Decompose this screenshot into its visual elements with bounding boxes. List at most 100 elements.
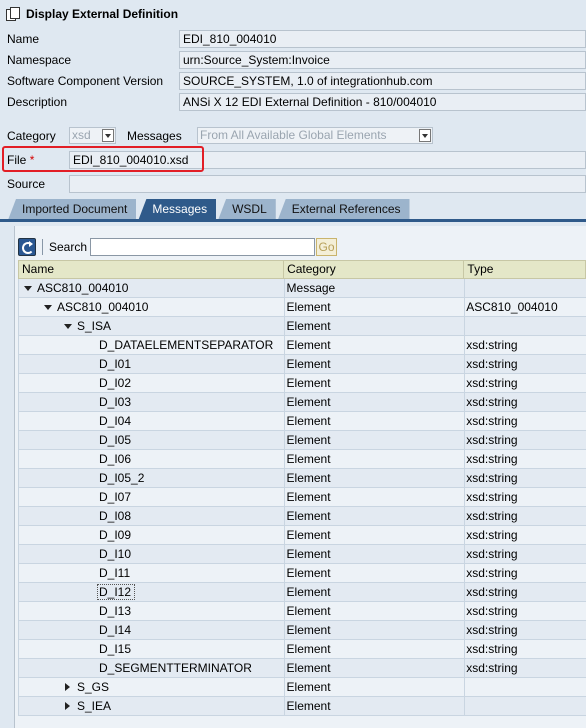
cell-name: D_I07 bbox=[19, 488, 285, 506]
source-row: Source bbox=[0, 174, 586, 193]
search-label: Search bbox=[49, 239, 88, 254]
cell-name: D_I06 bbox=[19, 450, 285, 468]
tab-wsdl[interactable]: WSDL bbox=[218, 199, 276, 220]
table-row[interactable]: D_I04 Element xsd:string bbox=[18, 412, 586, 431]
cell-category: Element bbox=[285, 336, 466, 354]
table-row[interactable]: D_I05 Element xsd:string bbox=[18, 431, 586, 450]
cell-type: xsd:string bbox=[466, 623, 518, 637]
expand-down-icon[interactable] bbox=[24, 286, 32, 291]
table-row[interactable]: D_I14 Element xsd:string bbox=[18, 621, 586, 640]
cell-type: xsd:string bbox=[466, 604, 518, 618]
table-row[interactable]: D_I12 Element xsd:string bbox=[18, 583, 586, 602]
column-header-type[interactable]: Type bbox=[464, 261, 585, 278]
cell-type bbox=[465, 317, 586, 335]
table-row[interactable]: D_I06 Element xsd:string bbox=[18, 450, 586, 469]
cell-name: S_IEA bbox=[19, 697, 285, 715]
namespace-label: Namespace bbox=[7, 52, 72, 67]
cell-category: Element bbox=[285, 545, 466, 563]
namespace-field[interactable]: urn:Source_System:Invoice bbox=[179, 50, 586, 69]
row-name: D_I15 bbox=[99, 642, 132, 656]
file-highlight-box bbox=[2, 146, 204, 172]
table-row[interactable]: D_I10 Element xsd:string bbox=[18, 545, 586, 564]
swcv-field[interactable]: SOURCE_SYSTEM, 1.0 of integrationhub.com bbox=[179, 71, 586, 90]
table-row[interactable]: S_IEA Element bbox=[18, 697, 586, 716]
description-field[interactable]: ANSi X 12 EDI External Definition - 810/… bbox=[179, 92, 586, 111]
cell-category: Element bbox=[285, 393, 466, 411]
row-name: ASC810_004010 bbox=[37, 281, 129, 295]
cell-type: xsd:string bbox=[466, 338, 518, 352]
cell-category: Element bbox=[285, 697, 466, 715]
cell-name: D_I01 bbox=[19, 355, 285, 373]
cell-category: Element bbox=[285, 431, 466, 449]
expand-down-icon[interactable] bbox=[64, 324, 72, 329]
tab-external-references[interactable]: External References bbox=[277, 199, 410, 220]
expand-down-icon[interactable] bbox=[44, 305, 52, 310]
table-row[interactable]: D_I07 Element xsd:string bbox=[18, 488, 586, 507]
dropdown-icon[interactable] bbox=[102, 129, 114, 142]
messages-select[interactable]: From All Available Global Elements bbox=[197, 127, 433, 144]
table-row[interactable]: D_I09 Element xsd:string bbox=[18, 526, 586, 545]
row-name: S_GS bbox=[77, 680, 110, 694]
tab-imported-document[interactable]: Imported Document bbox=[8, 199, 137, 220]
cell-category: Element bbox=[285, 621, 466, 639]
cell-type: xsd:string bbox=[466, 566, 518, 580]
table-row[interactable]: D_I11 Element xsd:string bbox=[18, 564, 586, 583]
expand-right-icon[interactable] bbox=[65, 683, 70, 691]
tab-messages[interactable]: Messages bbox=[138, 199, 217, 220]
name-field[interactable]: EDI_810_004010 bbox=[179, 29, 586, 48]
table-row[interactable]: D_DATAELEMENTSEPARATOR Element xsd:string bbox=[18, 336, 586, 355]
table-row[interactable]: D_I13 Element xsd:string bbox=[18, 602, 586, 621]
row-name: D_I02 bbox=[99, 376, 132, 390]
messages-label: Messages bbox=[127, 128, 182, 143]
window-titlebar: Display External Definition bbox=[0, 0, 586, 28]
dropdown-icon[interactable] bbox=[419, 129, 431, 142]
column-header-name[interactable]: Name bbox=[19, 261, 285, 278]
column-header-category[interactable]: Category bbox=[284, 261, 465, 278]
row-name: D_I13 bbox=[99, 604, 132, 618]
expand-right-icon[interactable] bbox=[65, 702, 70, 710]
row-name: D_I06 bbox=[99, 452, 132, 466]
table-row[interactable]: D_I02 Element xsd:string bbox=[18, 374, 586, 393]
focus-indicator bbox=[97, 584, 135, 600]
cell-type: xsd:string bbox=[466, 528, 518, 542]
cell-name: D_I05 bbox=[19, 431, 285, 449]
go-button[interactable]: Go bbox=[316, 237, 338, 256]
table-row[interactable]: ASC810_004010 Element ASC810_004010 bbox=[18, 298, 586, 317]
cell-name: D_I02 bbox=[19, 374, 285, 392]
namespace-row: Namespace urn:Source_System:Invoice bbox=[0, 50, 586, 69]
source-field[interactable] bbox=[69, 174, 586, 193]
cell-category: Element bbox=[285, 469, 466, 487]
cell-type bbox=[465, 678, 586, 696]
table-row[interactable]: ASC810_004010 Message bbox=[18, 279, 586, 298]
table-row[interactable]: D_I03 Element xsd:string bbox=[18, 393, 586, 412]
cell-type: xsd:string bbox=[466, 661, 518, 675]
category-value: xsd bbox=[72, 128, 91, 142]
category-select[interactable]: xsd bbox=[69, 127, 116, 144]
cell-category: Element bbox=[285, 602, 466, 620]
cell-name: D_I15 bbox=[19, 640, 285, 658]
cell-category: Message bbox=[285, 279, 466, 297]
table-row[interactable]: S_ISA Element bbox=[18, 317, 586, 336]
table-row[interactable]: D_I05_2 Element xsd:string bbox=[18, 469, 586, 488]
table-row[interactable]: D_I01 Element xsd:string bbox=[18, 355, 586, 374]
toolbar-separator bbox=[42, 238, 43, 255]
cell-name: D_I14 bbox=[19, 621, 285, 639]
row-name: D_I01 bbox=[99, 357, 132, 371]
row-name: D_I14 bbox=[99, 623, 132, 637]
row-name: D_DATAELEMENTSEPARATOR bbox=[99, 338, 274, 352]
cell-name: S_ISA bbox=[19, 317, 285, 335]
search-input[interactable] bbox=[90, 237, 316, 256]
cell-type: xsd:string bbox=[466, 490, 518, 504]
cell-name: D_I09 bbox=[19, 526, 285, 544]
category-label: Category bbox=[7, 128, 56, 143]
table-row[interactable]: D_I15 Element xsd:string bbox=[18, 640, 586, 659]
cell-type: xsd:string bbox=[466, 642, 518, 656]
cell-type: xsd:string bbox=[466, 452, 518, 466]
cell-name: D_I12 bbox=[19, 583, 285, 601]
table-row[interactable]: S_GS Element bbox=[18, 678, 586, 697]
cell-type: xsd:string bbox=[466, 509, 518, 523]
table-row[interactable]: D_SEGMENTTERMINATOR Element xsd:string bbox=[18, 659, 586, 678]
table-row[interactable]: D_I08 Element xsd:string bbox=[18, 507, 586, 526]
refresh-icon[interactable] bbox=[18, 237, 36, 256]
cell-name: D_SEGMENTTERMINATOR bbox=[19, 659, 285, 677]
